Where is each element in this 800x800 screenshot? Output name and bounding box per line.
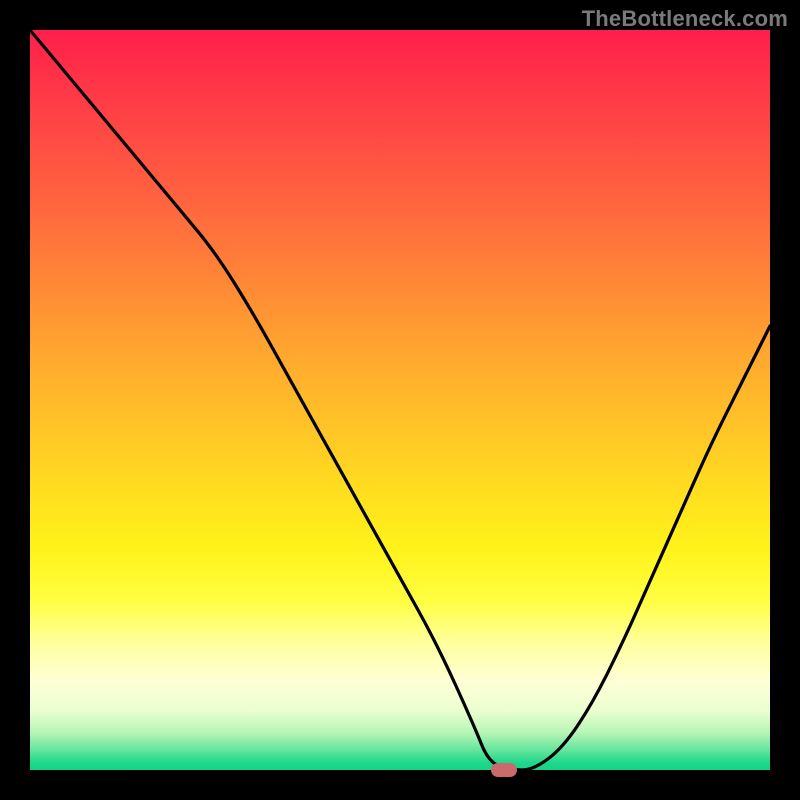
bottleneck-curve <box>30 30 770 770</box>
chart-frame: TheBottleneck.com <box>0 0 800 800</box>
watermark-text: TheBottleneck.com <box>582 6 788 32</box>
minimum-marker <box>491 763 517 777</box>
plot-area <box>30 30 770 770</box>
